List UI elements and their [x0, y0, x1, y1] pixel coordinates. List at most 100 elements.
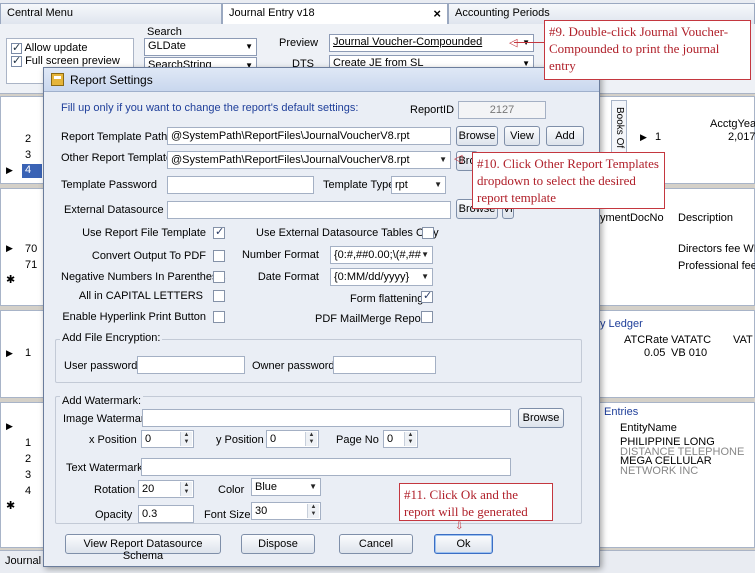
close-icon[interactable]: ×: [433, 6, 441, 21]
external-datasource-input[interactable]: [167, 201, 451, 219]
dialog-title-bar[interactable]: Report Settings: [44, 68, 599, 92]
description-cell: Directors fee WI-0: [678, 243, 755, 255]
preview-select[interactable]: Journal Voucher-Compounded: [329, 34, 534, 52]
spinner-arrows-icon[interactable]: ▲ ▼: [307, 504, 319, 518]
convert-pdf-label: Convert Output To PDF: [91, 250, 206, 262]
spinner-arrows-icon[interactable]: ▲ ▼: [404, 432, 416, 446]
dispose-button[interactable]: Dispose: [241, 534, 315, 554]
row-number: 3: [25, 469, 32, 481]
view-datasource-schema-button[interactable]: View Report Datasource Schema: [65, 534, 221, 562]
row-number: 1: [655, 131, 662, 143]
ledger-title: y Ledger: [600, 318, 643, 330]
negative-parenthesis-label: Negative Numbers In Parenthesis: [61, 271, 226, 283]
row-number: 3: [25, 149, 32, 161]
all-caps-label: All in CAPITAL LETTERS: [78, 290, 203, 302]
date-format-select[interactable]: {0:MM/dd/yyyy}: [330, 268, 433, 286]
opacity-input[interactable]: 0.3: [138, 505, 194, 523]
page-no-stepper[interactable]: 0 ▲ ▼: [383, 430, 418, 448]
description-cell: Professional fees -: [678, 260, 755, 272]
form-flattening-checkbox[interactable]: [421, 289, 433, 303]
new-row-icon: ✱: [6, 500, 16, 512]
add-template-button[interactable]: Add: [546, 126, 584, 146]
search-field-select[interactable]: GLDate: [144, 38, 257, 56]
date-format-label: Date Format: [257, 271, 319, 283]
tab-label: Central Menu: [7, 7, 74, 19]
image-watermark-input[interactable]: [142, 409, 511, 427]
entity-name-cell: NETWORK INC: [620, 465, 699, 477]
report-settings-icon: [51, 73, 64, 86]
pdf-mailmerge-label: PDF MailMerge Report: [315, 313, 428, 325]
row-number: 2: [25, 133, 32, 145]
user-password-input[interactable]: [137, 356, 245, 374]
y-position-stepper[interactable]: 0 ▲ ▼: [266, 430, 319, 448]
report-template-path-label: Report Template Path: [61, 131, 168, 143]
vatatc-value: VB 010: [671, 347, 708, 359]
use-ext-tables-label: Use External Datasource Tables Only: [256, 227, 439, 239]
report-id-label: ReportID: [410, 104, 455, 116]
current-row-arrow-icon: ▶: [640, 132, 647, 142]
current-row-arrow-icon: ▶: [6, 165, 13, 175]
dialog-title: Report Settings: [70, 73, 153, 87]
text-watermark-input[interactable]: [141, 458, 511, 476]
use-ext-tables-checkbox[interactable]: [422, 227, 434, 239]
template-type-select[interactable]: rpt: [391, 176, 446, 194]
tab-label: Journal Entry v18: [229, 7, 315, 19]
number-format-select[interactable]: {0:#,##0.00;\(#,##: [330, 246, 433, 264]
text-watermark-label: Text Watermark: [66, 462, 143, 474]
view-template-button[interactable]: View: [504, 126, 540, 146]
cancel-button[interactable]: Cancel: [339, 534, 413, 554]
opacity-label: Opacity: [95, 509, 133, 521]
full-screen-label: Full screen preview: [25, 55, 120, 67]
color-select[interactable]: Blue: [251, 478, 321, 496]
arrowhead-down-icon: ⇩: [455, 521, 464, 532]
all-caps-checkbox[interactable]: [213, 290, 225, 302]
pdf-mailmerge-checkbox[interactable]: [421, 311, 433, 323]
entity-name-header: EntityName: [620, 422, 677, 434]
form-flattening-label: Form flattening: [350, 293, 424, 305]
y-position-label: y Position: [216, 434, 264, 446]
number-format-label: Number Format: [241, 249, 319, 261]
owner-password-input[interactable]: [333, 356, 436, 374]
row-number: 2: [25, 453, 32, 465]
convert-pdf-checkbox[interactable]: [213, 250, 225, 262]
report-template-path-input[interactable]: @SystemPath\ReportFiles\JournalVoucherV8…: [167, 127, 451, 145]
page-no-label: Page No: [336, 434, 379, 446]
spinner-arrows-icon[interactable]: ▲ ▼: [180, 482, 192, 496]
row-number: 71: [25, 259, 38, 271]
allow-update-row[interactable]: Allow update: [11, 41, 88, 54]
row-number: 1: [25, 347, 32, 359]
row-number: 1: [25, 437, 32, 449]
row-number: 4: [25, 485, 32, 497]
preview-label: Preview: [279, 37, 319, 49]
atc-rate-header: ATCRate: [624, 334, 669, 346]
template-password-input[interactable]: [167, 176, 314, 194]
annotation-arrow-9: [514, 42, 544, 43]
spinner-arrows-icon[interactable]: ▲ ▼: [180, 432, 192, 446]
font-size-stepper[interactable]: 30 ▲ ▼: [251, 502, 321, 520]
full-screen-row[interactable]: Full screen preview: [11, 54, 120, 67]
tab-journal-entry[interactable]: Journal Entry v18 ×: [222, 3, 448, 24]
browse-watermark-button[interactable]: Browse: [518, 408, 564, 428]
ok-button[interactable]: Ok: [434, 534, 493, 554]
hyperlink-print-checkbox[interactable]: [213, 311, 225, 323]
use-report-file-template-label: Use Report File Template: [82, 227, 206, 239]
full-screen-checkbox[interactable]: [11, 54, 22, 67]
use-report-file-template-checkbox[interactable]: [213, 225, 225, 239]
template-password-label: Template Password: [61, 179, 157, 191]
rotation-stepper[interactable]: 20 ▲ ▼: [138, 480, 194, 498]
allow-update-label: Allow update: [24, 42, 88, 54]
search-label: Search: [147, 26, 182, 38]
rotation-value: 20: [142, 483, 155, 495]
negative-parenthesis-checkbox[interactable]: [213, 271, 225, 283]
allow-update-checkbox[interactable]: [11, 41, 22, 54]
x-position-stepper[interactable]: 0 ▲ ▼: [141, 430, 194, 448]
browse-template-button[interactable]: Browse: [456, 126, 498, 146]
books-side-tab-label: Books Of: [614, 107, 625, 149]
hyperlink-print-label: Enable Hyperlink Print Button: [62, 311, 206, 323]
spinner-arrows-icon[interactable]: ▲ ▼: [305, 432, 317, 446]
other-templates-dropdown[interactable]: @SystemPath\ReportFiles\JournalVoucherV8…: [167, 151, 451, 169]
atc-rate-value: 0.05: [644, 347, 666, 359]
annotation-step-9: #9. Double-click Journal Voucher-Compoun…: [544, 20, 751, 80]
font-size-label: Font Size: [204, 509, 251, 521]
tab-central-menu[interactable]: Central Menu: [0, 3, 222, 24]
